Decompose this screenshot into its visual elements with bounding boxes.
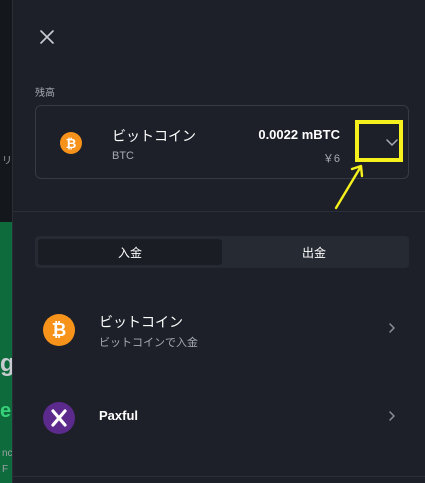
app-root: リ g e nc F 残高 ₿ ビットコイン BTC 0.0022 mBTC ￥… — [0, 0, 425, 483]
background-text-fragment: リ — [2, 156, 12, 167]
deposit-withdraw-tabs: 入金 出金 — [35, 236, 409, 268]
wallet-panel: 残高 ₿ ビットコイン BTC 0.0022 mBTC ￥6 入金 出金 ₿ ビ… — [12, 0, 425, 483]
background-page-strip: リ g e nc F — [0, 0, 12, 483]
bitcoin-icon: ₿ — [43, 314, 75, 346]
balance-label: 残高 — [35, 88, 55, 99]
method-subtitle: ビットコインで入金 — [99, 337, 198, 349]
background-text-fragment: e — [0, 400, 12, 422]
method-paxful[interactable]: Paxful — [35, 388, 409, 444]
close-icon — [40, 30, 54, 44]
method-bitcoin[interactable]: ₿ ビットコイン ビットコインで入金 — [35, 300, 409, 356]
balance-amount: 0.0022 mBTC — [258, 127, 340, 142]
panel-divider — [12, 476, 425, 477]
tab-withdraw[interactable]: 出金 — [222, 239, 406, 265]
close-button[interactable] — [37, 27, 57, 47]
chevron-right-icon — [387, 408, 397, 424]
paxful-icon — [43, 402, 75, 434]
tab-deposit[interactable]: 入金 — [38, 239, 222, 265]
background-text-fragment: nc — [2, 448, 12, 459]
bitcoin-icon: ₿ — [60, 132, 82, 154]
chevron-right-icon — [387, 320, 397, 336]
background-text-fragment: F — [2, 464, 9, 475]
annotation-highlight-box — [355, 120, 403, 162]
balance-coin-name: ビットコイン — [112, 128, 196, 144]
annotation-arrow-icon — [334, 164, 364, 210]
background-text-fragment: g — [0, 350, 12, 377]
method-name: ビットコイン — [99, 314, 183, 330]
method-name: Paxful — [99, 408, 139, 423]
balance-coin-symbol: BTC — [112, 150, 134, 162]
